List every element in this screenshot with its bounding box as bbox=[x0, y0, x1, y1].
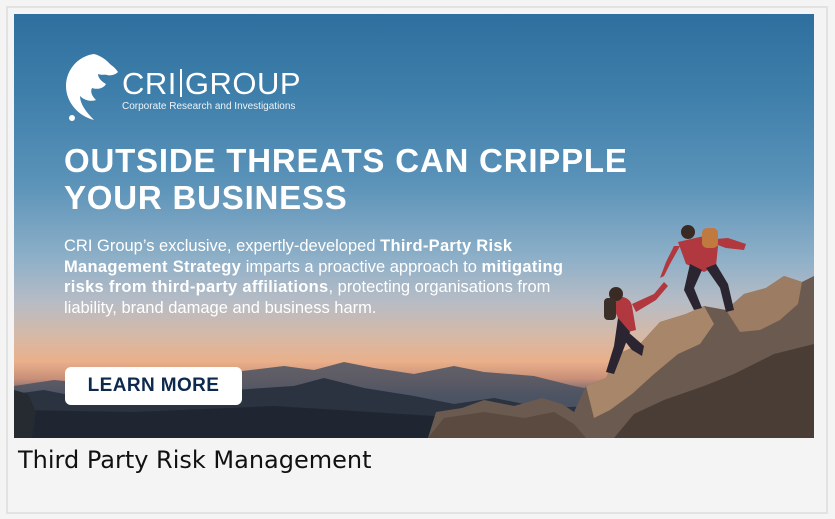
learn-more-button[interactable]: LEARN MORE bbox=[65, 367, 242, 405]
promo-banner[interactable]: CRI GROUP Corporate Research and Investig… bbox=[14, 14, 814, 438]
body-copy: CRI Group’s exclusive, expertly-develope… bbox=[64, 236, 564, 318]
caption-link[interactable]: Third Party Risk Management bbox=[18, 446, 372, 474]
headline: OUTSIDE THREATS CAN CRIPPLE YOUR BUSINES… bbox=[64, 142, 704, 216]
body-text-2: imparts a proactive approach to bbox=[241, 257, 482, 276]
brand-name: CRI GROUP bbox=[122, 68, 301, 100]
body-text-1: CRI Group’s exclusive, expertly-develope… bbox=[64, 237, 381, 255]
brand-divider bbox=[179, 69, 182, 97]
globe-icon bbox=[66, 54, 118, 121]
climber-upper bbox=[660, 225, 746, 312]
brand-name-left: CRI bbox=[122, 66, 177, 101]
headline-line-2: YOUR BUSINESS bbox=[64, 179, 348, 216]
brand-tagline: Corporate Research and Investigations bbox=[122, 101, 296, 112]
brand-name-right: GROUP bbox=[184, 66, 302, 101]
logo-wordmark: CRI GROUP Corporate Research and Investig… bbox=[122, 68, 301, 113]
headline-line-1: OUTSIDE THREATS CAN CRIPPLE bbox=[64, 142, 628, 179]
cri-group-logo bbox=[64, 52, 120, 127]
